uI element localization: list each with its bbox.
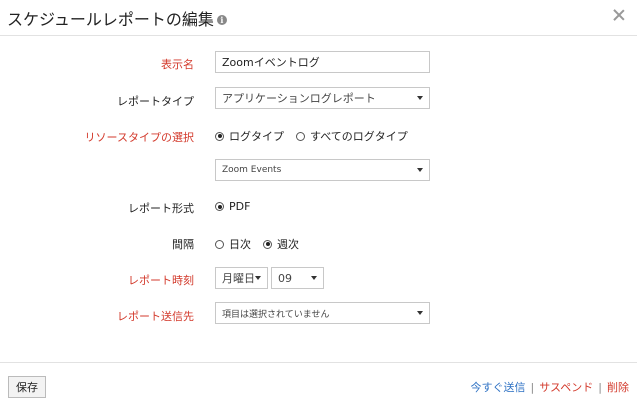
display-name-input[interactable]: Zoomイベントログ <box>215 51 430 73</box>
report-format-label: レポート形式 <box>128 202 194 215</box>
chevron-down-icon <box>417 311 423 315</box>
chevron-down-icon <box>255 276 261 280</box>
report-time-label: レポート時刻 <box>128 274 194 287</box>
radio-log-type-label: ログタイプ <box>229 130 284 143</box>
radio-pdf[interactable]: PDF <box>215 200 250 213</box>
report-format-radio-group: PDF <box>215 200 262 213</box>
chevron-down-icon <box>417 168 423 172</box>
radio-button[interactable] <box>215 202 224 211</box>
report-hour-select[interactable]: 09 <box>271 267 324 289</box>
report-day-select[interactable]: 月曜日 <box>215 267 268 289</box>
dialog-title: スケジュールレポートの編集 i <box>7 6 227 30</box>
radio-log-type[interactable]: ログタイプ <box>215 128 284 144</box>
radio-all-log-types-label: すべてのログタイプ <box>310 130 408 143</box>
info-icon[interactable]: i <box>216 15 227 25</box>
report-type-select[interactable]: アプリケーションログレポート <box>215 87 430 109</box>
report-type-value: アプリケーションログレポート <box>222 92 376 105</box>
report-day-value: 月曜日 <box>222 272 255 285</box>
report-hour-value: 09 <box>278 271 292 285</box>
radio-button[interactable] <box>215 239 224 249</box>
separator: | <box>598 381 602 394</box>
dialog-title-text: スケジュールレポートの編集 <box>7 10 214 29</box>
chevron-down-icon <box>417 96 423 100</box>
radio-all-log-types[interactable]: すべてのログタイプ <box>296 128 408 144</box>
close-icon[interactable] <box>611 7 627 23</box>
radio-button[interactable] <box>215 131 224 141</box>
save-button[interactable]: 保存 <box>8 376 46 398</box>
radio-pdf-label: PDF <box>229 200 251 213</box>
recipients-label: レポート送信先 <box>117 310 194 323</box>
separator: | <box>530 381 535 394</box>
footer-links: 今すぐ送信 | サスペンド | 削除 <box>471 379 629 395</box>
interval-radio-group: 日次 週次 <box>215 236 311 252</box>
radio-button[interactable] <box>263 239 272 249</box>
radio-weekly-label: 週次 <box>277 238 299 251</box>
dialog-header: スケジュールレポートの編集 i <box>0 0 637 36</box>
interval-label: 間隔 <box>172 238 194 251</box>
display-name-label: 表示名 <box>161 58 194 71</box>
radio-weekly[interactable]: 週次 <box>263 236 299 252</box>
recipients-value: 項目は選択されていません <box>222 309 330 320</box>
resource-type-radio-group: ログタイプ すべてのログタイプ <box>215 128 420 144</box>
radio-daily[interactable]: 日次 <box>215 236 251 252</box>
report-type-label: レポートタイプ <box>117 95 194 108</box>
dialog-footer: 保存 今すぐ送信 | サスペンド | 削除 <box>0 362 637 403</box>
send-now-link[interactable]: 今すぐ送信 <box>471 381 526 394</box>
log-type-select[interactable]: Zoom Events <box>215 159 430 181</box>
resource-type-label: リソースタイプの選択 <box>84 131 194 144</box>
suspend-link[interactable]: サスペンド <box>539 381 593 394</box>
chevron-down-icon <box>311 276 317 280</box>
radio-button[interactable] <box>296 131 305 141</box>
delete-link[interactable]: 削除 <box>607 381 629 394</box>
radio-daily-label: 日次 <box>229 238 251 251</box>
log-type-value: Zoom Events <box>222 165 282 175</box>
recipients-select[interactable]: 項目は選択されていません <box>215 302 430 324</box>
